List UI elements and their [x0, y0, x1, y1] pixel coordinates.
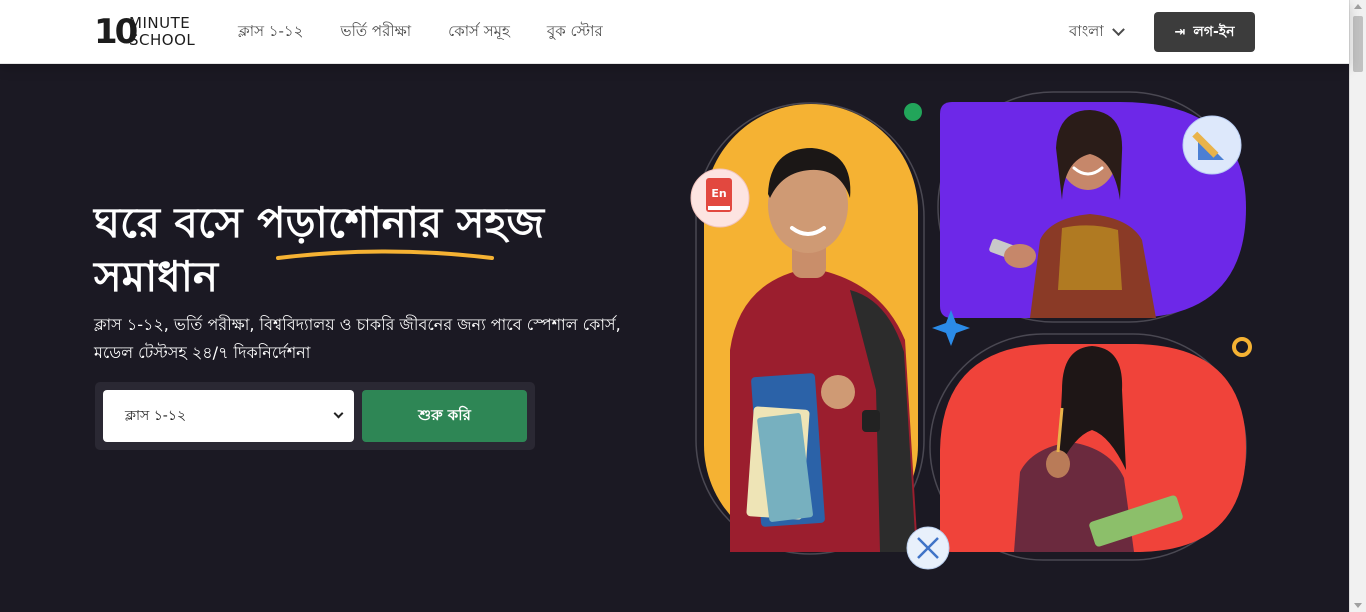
site-header: 10 MINUTE SCHOOL ক্লাস ১-১২ ভর্তি পরীক্ষ… [0, 0, 1349, 64]
nav-item-admission[interactable]: ভর্তি পরীক্ষা [340, 20, 411, 45]
nav-item-courses[interactable]: কোর্স সমূহ [448, 20, 510, 45]
book-en-icon: En [690, 168, 750, 228]
logo[interactable]: 10 MINUTE SCHOOL [94, 14, 212, 50]
main-nav: ক্লাস ১-১২ ভর্তি পরীক্ষা কোর্স সমূহ বুক … [238, 0, 640, 64]
login-button[interactable]: ⇥ লগ-ইন [1154, 12, 1255, 52]
start-button[interactable]: শুরু করি [362, 390, 527, 442]
logo-line-2: SCHOOL [129, 31, 196, 49]
language-label: বাংলা [1069, 22, 1104, 40]
book-badge-text: En [711, 187, 726, 200]
logo-line-1: MINUTE [129, 14, 191, 32]
hero-illustration: En [690, 91, 1252, 570]
logo-wordmark: MINUTE SCHOOL [129, 15, 195, 49]
class-select-dropdown[interactable]: ক্লাস ১-১২ [103, 390, 354, 442]
headline-highlight: পড়াশোনার [257, 198, 443, 247]
page-scrollbar[interactable] [1349, 0, 1366, 612]
nav-item-class[interactable]: ক্লাস ১-১২ [238, 20, 303, 45]
headline-part-1: ঘরে বসে [94, 198, 258, 247]
headline-underline-decoration [276, 249, 494, 260]
ruler-pencil-icon [1182, 115, 1242, 175]
class-select-value: ক্লাস ১-১২ [125, 408, 187, 424]
headline-line-2: সমাধান [94, 252, 219, 301]
hero-subtitle: ক্লাস ১-১২, ভর্তি পরীক্ষা, বিশ্ববিদ্যালয… [94, 315, 621, 362]
ring-icon [1232, 337, 1252, 357]
scrollbar-thumb[interactable] [1353, 16, 1363, 72]
login-label: লগ-ইন [1193, 24, 1235, 40]
chevron-down-icon [333, 408, 344, 419]
scroll-down-arrow-icon[interactable] [1354, 603, 1362, 608]
nav-item-bookstore[interactable]: বুক স্টোর [547, 20, 603, 45]
headline-part-2: সহজ [442, 198, 545, 247]
chevron-down-icon [1111, 23, 1125, 37]
dna-icon [906, 526, 950, 570]
language-selector[interactable]: বাংলা [1069, 20, 1125, 45]
dot-icon [904, 103, 922, 121]
login-icon: ⇥ [1174, 24, 1186, 40]
scroll-up-arrow-icon[interactable] [1354, 4, 1362, 9]
